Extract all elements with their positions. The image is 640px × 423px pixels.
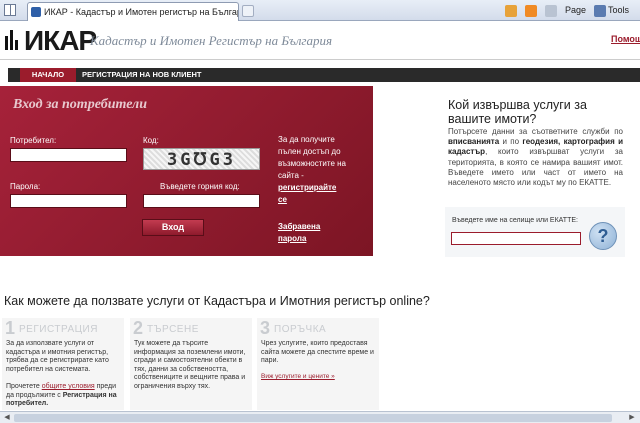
howto-title: Как можете да ползвате услуги от Кадастъ… xyxy=(4,294,430,308)
captcha-input[interactable] xyxy=(143,194,260,208)
site-tagline: Кадастър и Имотен Регистър на България xyxy=(90,33,333,48)
browser-tab[interactable]: ИКАР - Кадастър и Имотен регистър на Бъл… xyxy=(27,2,239,21)
settlement-search-input[interactable] xyxy=(451,232,581,245)
scrollbar-thumb[interactable] xyxy=(14,414,612,422)
step-number: 3 xyxy=(260,318,271,338)
print-icon[interactable] xyxy=(545,4,557,17)
login-title: Вход за потребители xyxy=(13,97,148,112)
help-question-icon[interactable]: ? xyxy=(589,222,617,250)
tools-icon xyxy=(594,4,607,17)
home-icon[interactable] xyxy=(505,4,517,17)
step-search: 2 ТЪРСЕНЕ Тук можете да търсите информац… xyxy=(130,318,252,410)
step-registration: 1 РЕГИСТРАЦИЯ За да използвате услуги от… xyxy=(2,318,124,410)
code-label: Код: xyxy=(143,136,159,145)
register-link[interactable]: регистрирайте се xyxy=(278,183,336,204)
step-heading: ТЪРСЕНЕ xyxy=(147,324,199,335)
info-text-1: Потърсете данни за съответните служби по xyxy=(448,127,623,136)
register-hint: За да получите пълен достъп до възможнос… xyxy=(278,134,346,206)
username-label: Потребител: xyxy=(10,136,57,145)
info-body: Потърсете данни за съответните служби по… xyxy=(448,127,623,188)
browser-window: ИКАР - Кадастър и Имотен регистър на Бъл… xyxy=(0,0,640,423)
header-divider xyxy=(0,59,640,60)
forgot-password-wrap: Забравена парола xyxy=(278,221,338,245)
step-text: Чрез услугите, които предоставя сайта мо… xyxy=(261,340,374,365)
terms-link[interactable]: общите условия xyxy=(42,383,95,390)
captcha-prompt: Въведете горния код: xyxy=(160,182,240,191)
scroll-right-icon[interactable]: ▶ xyxy=(627,414,637,422)
nav-item-home[interactable]: НАЧАЛО xyxy=(20,68,76,82)
main-nav: НАЧАЛО РЕГИСТРАЦИЯ НА НОВ КЛИЕНТ xyxy=(8,68,640,82)
step-text: Тук можете да търсите информация за позе… xyxy=(134,340,246,390)
info-text-2: и по xyxy=(499,137,523,147)
password-label: Парола: xyxy=(10,182,41,191)
step-number: 2 xyxy=(133,318,144,338)
new-tab-icon[interactable] xyxy=(242,5,254,17)
step-heading: ПОРЪЧКА xyxy=(274,324,327,335)
step-text-read: Прочетете xyxy=(6,382,42,390)
register-hint-text: За да получите пълен достъп до възможнос… xyxy=(278,135,346,180)
scroll-left-icon[interactable]: ◀ xyxy=(2,414,12,422)
username-input[interactable] xyxy=(10,148,127,162)
info-title: Кой извършва услуги за вашите имоти? xyxy=(448,98,587,126)
horizontal-scrollbar[interactable]: ◀ ▶ xyxy=(0,411,640,423)
step-text-body: За да използвате услуги от кадастъра и и… xyxy=(6,340,109,373)
step-heading: РЕГИСТРАЦИЯ xyxy=(19,324,98,335)
logo-mark-icon xyxy=(5,30,19,50)
quick-tabs-icon[interactable] xyxy=(4,4,16,16)
favicon-icon xyxy=(31,7,41,17)
feeds-icon[interactable] xyxy=(525,4,537,17)
forgot-password-link[interactable]: Забравена парола xyxy=(278,222,320,243)
help-link[interactable]: Помощ xyxy=(611,34,640,44)
site-logo[interactable]: ИКАР xyxy=(24,25,97,57)
page-menu[interactable]: Page xyxy=(565,3,586,18)
browser-tab-bar: ИКАР - Кадастър и Имотен регистър на Бъл… xyxy=(0,0,640,21)
captcha-image: 3G℧G3 xyxy=(143,148,260,170)
settlement-search-label: Въведете име на селище или ЕКАТТЕ: xyxy=(452,217,578,224)
password-input[interactable] xyxy=(10,194,127,208)
login-button[interactable]: Вход xyxy=(142,219,204,236)
step-order: 3 ПОРЪЧКА Чрез услугите, които предостав… xyxy=(257,318,379,410)
tab-title: ИКАР - Кадастър и Имотен регистър на Бъл… xyxy=(44,7,239,17)
services-prices-link[interactable]: Виж услугите и цените » xyxy=(261,373,335,380)
browser-toolbar: Page Tools xyxy=(505,3,629,18)
info-bold-1: вписванията xyxy=(448,137,500,147)
step-number: 1 xyxy=(5,318,16,338)
tools-menu[interactable]: Tools xyxy=(608,3,629,18)
step-text: За да използвате услуги от кадастъра и и… xyxy=(6,340,120,409)
nav-item-register[interactable]: РЕГИСТРАЦИЯ НА НОВ КЛИЕНТ xyxy=(78,68,201,82)
